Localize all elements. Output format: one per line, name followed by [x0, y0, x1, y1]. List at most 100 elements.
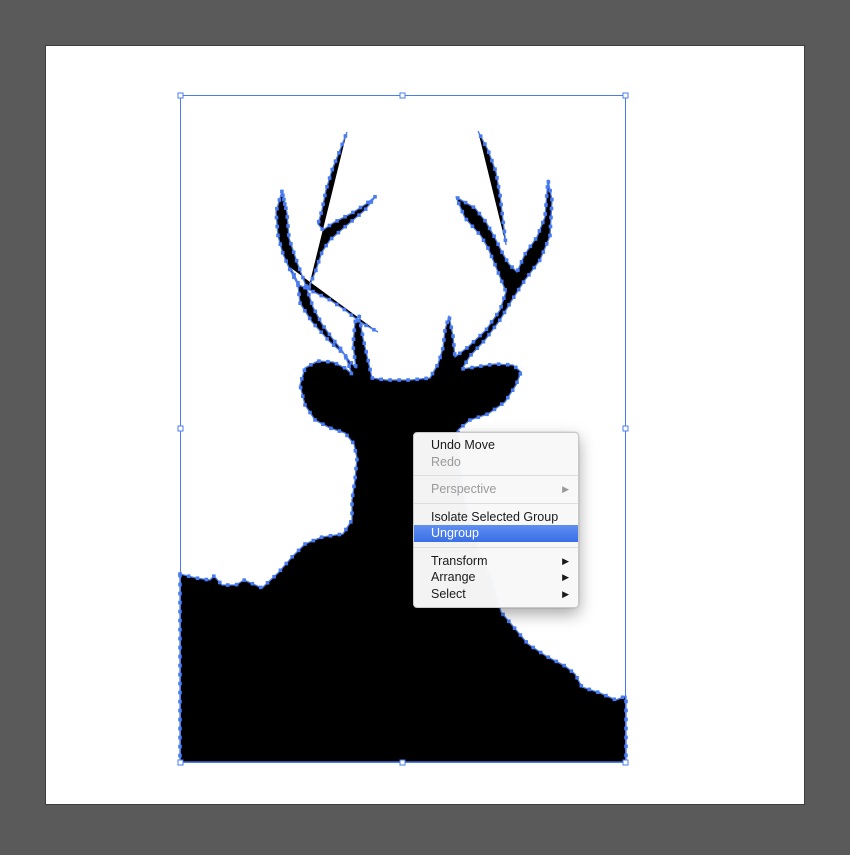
anchor-point[interactable] — [510, 265, 514, 269]
anchor-point[interactable] — [178, 699, 182, 704]
anchor-point[interactable] — [334, 361, 339, 366]
anchor-point[interactable] — [562, 663, 566, 668]
anchor-point[interactable] — [501, 612, 505, 617]
anchor-point[interactable] — [469, 353, 473, 357]
anchor-point[interactable] — [178, 591, 182, 596]
anchor-point[interactable] — [349, 361, 354, 365]
anchor-point[interactable] — [518, 633, 523, 637]
anchor-point[interactable] — [333, 159, 338, 163]
anchor-point[interactable] — [503, 287, 507, 292]
handle-top-left[interactable] — [177, 92, 184, 99]
anchor-point[interactable] — [178, 681, 182, 686]
anchor-point[interactable] — [443, 329, 447, 333]
anchor-point[interactable] — [340, 142, 344, 147]
anchor-point[interactable] — [624, 699, 628, 704]
anchor-point[interactable] — [290, 555, 294, 559]
anchor-point[interactable] — [242, 578, 246, 582]
anchor-point[interactable] — [345, 433, 349, 438]
anchor-point[interactable] — [499, 305, 503, 309]
anchor-point[interactable] — [319, 293, 323, 298]
anchor-point[interactable] — [284, 561, 289, 566]
anchor-point[interactable] — [604, 693, 608, 698]
anchor-point[interactable] — [537, 258, 542, 263]
anchor-point[interactable] — [476, 231, 481, 235]
anchor-point[interactable] — [319, 251, 324, 256]
anchor-point[interactable] — [366, 200, 370, 205]
anchor-point[interactable] — [178, 663, 182, 668]
anchor-point[interactable] — [350, 502, 354, 507]
anchor-point[interactable] — [354, 466, 358, 471]
anchor-point[interactable] — [212, 574, 216, 578]
anchor-point[interactable] — [531, 645, 535, 650]
anchor-point[interactable] — [501, 220, 506, 225]
anchor-point[interactable] — [352, 328, 357, 333]
anchor-point[interactable] — [369, 200, 374, 204]
anchor-point[interactable] — [307, 292, 311, 297]
anchor-point[interactable] — [447, 316, 452, 321]
anchor-point[interactable] — [353, 364, 358, 368]
menu-item-select[interactable]: Select ▶ — [414, 586, 578, 603]
anchor-point[interactable] — [538, 650, 543, 655]
anchor-point[interactable] — [309, 301, 314, 305]
anchor-point[interactable] — [333, 339, 337, 344]
handle-bottom-left[interactable] — [177, 759, 184, 766]
anchor-point[interactable] — [495, 176, 499, 180]
anchor-point[interactable] — [503, 238, 508, 243]
anchor-point[interactable] — [178, 636, 182, 641]
anchor-point[interactable] — [537, 229, 542, 233]
menu-item-redo[interactable]: Redo — [414, 454, 578, 471]
anchor-point[interactable] — [505, 362, 510, 367]
anchor-point[interactable] — [554, 659, 559, 664]
anchor-point[interactable] — [546, 655, 551, 659]
anchor-point[interactable] — [278, 242, 283, 246]
anchor-point[interactable] — [178, 573, 182, 578]
anchor-point[interactable] — [274, 215, 279, 220]
anchor-point[interactable] — [496, 271, 501, 275]
anchor-point[interactable] — [303, 542, 307, 546]
anchor-point[interactable] — [311, 289, 315, 294]
anchor-point[interactable] — [317, 317, 322, 322]
anchor-point[interactable] — [477, 211, 482, 216]
anchor-point[interactable] — [498, 193, 502, 198]
anchor-point[interactable] — [178, 672, 182, 677]
anchor-point[interactable] — [303, 403, 307, 407]
anchor-point[interactable] — [451, 334, 455, 338]
anchor-point[interactable] — [287, 233, 291, 237]
anchor-point[interactable] — [320, 227, 324, 231]
anchor-point[interactable] — [548, 188, 552, 193]
anchor-point[interactable] — [335, 302, 339, 307]
anchor-point[interactable] — [463, 200, 468, 205]
anchor-point[interactable] — [178, 753, 182, 758]
anchor-point[interactable] — [516, 287, 521, 292]
anchor-point[interactable] — [546, 180, 551, 184]
anchor-point[interactable] — [272, 574, 276, 579]
anchor-point[interactable] — [326, 359, 330, 364]
anchor-point[interactable] — [350, 493, 355, 498]
anchor-point[interactable] — [507, 619, 511, 624]
anchor-point[interactable] — [322, 325, 326, 329]
anchor-point[interactable] — [319, 211, 323, 215]
anchor-point[interactable] — [445, 320, 449, 325]
anchor-point[interactable] — [488, 363, 492, 367]
anchor-point[interactable] — [298, 301, 302, 305]
anchor-point[interactable] — [353, 449, 358, 453]
anchor-point[interactable] — [458, 351, 462, 356]
anchor-point[interactable] — [452, 343, 456, 347]
anchor-point[interactable] — [514, 365, 518, 370]
anchor-point[interactable] — [435, 364, 439, 368]
anchor-point[interactable] — [178, 735, 182, 740]
anchor-point[interactable] — [489, 320, 494, 324]
anchor-point[interactable] — [265, 581, 270, 585]
anchor-point[interactable] — [281, 193, 285, 197]
anchor-point[interactable] — [325, 184, 329, 189]
anchor-point[interactable] — [335, 219, 339, 223]
anchor-point[interactable] — [353, 319, 358, 324]
anchor-point[interactable] — [461, 424, 465, 428]
anchor-point[interactable] — [336, 230, 341, 235]
anchor-point[interactable] — [178, 582, 182, 587]
anchor-point[interactable] — [495, 312, 499, 317]
anchor-point[interactable] — [178, 726, 182, 731]
anchor-point[interactable] — [327, 332, 332, 337]
anchor-point[interactable] — [544, 203, 548, 207]
anchor-point[interactable] — [311, 538, 316, 543]
